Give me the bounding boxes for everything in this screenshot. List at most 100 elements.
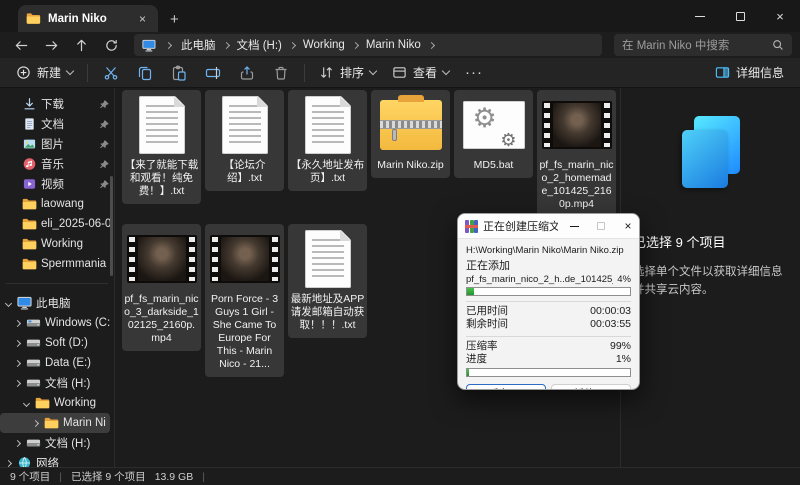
title-bar: Marin Niko × + × — [0, 0, 800, 32]
sidebar-item-label: Spermmania — [41, 258, 110, 270]
new-button[interactable]: 新建 — [8, 60, 81, 85]
dialog-title-bar[interactable]: 正在创建压缩文件 Mari... × — [458, 214, 639, 239]
stat-value: 00:03:55 — [590, 318, 631, 331]
item-count: 9 个项目 — [10, 469, 50, 484]
quick-access-list: 下载文档图片音乐视频 laowang eli_2025-06-03 12lWorki… — [0, 94, 114, 274]
selection-count: 已选择 9 个项目 — [71, 469, 146, 484]
chevron-right-icon[interactable] — [5, 459, 12, 466]
search-input[interactable]: 在 Marin Niko 中搜索 — [614, 34, 792, 56]
sidebar-item[interactable]: 图片 — [0, 134, 114, 154]
file-tile[interactable]: Marin Niko.zip — [371, 90, 450, 178]
file-name: Marin Niko.zip — [373, 159, 448, 172]
up-button[interactable] — [68, 34, 94, 56]
sidebar-item[interactable]: 音乐 — [0, 154, 114, 174]
sidebar-item[interactable]: 此电脑 — [0, 293, 114, 313]
sidebar-item[interactable]: Marin Niko — [0, 413, 110, 433]
breadcrumb[interactable]: 此电脑文档 (H:) Working Marin Niko — [134, 34, 602, 56]
chevron-right-icon[interactable] — [14, 439, 21, 446]
explorer-tab[interactable]: Marin Niko × — [18, 5, 158, 32]
stat-row: 剩余时间00:03:55 — [466, 318, 631, 331]
sidebar-item[interactable]: Windows (C:) — [0, 313, 114, 333]
total-progress-bar — [466, 368, 631, 377]
chevron-right-icon[interactable] — [14, 319, 21, 326]
breadcrumb-item[interactable]: 此电脑 — [176, 36, 221, 54]
breadcrumb-item[interactable]: Marin Niko — [361, 38, 426, 52]
view-button[interactable]: 查看 — [384, 60, 457, 85]
delete-button[interactable] — [264, 61, 298, 85]
chevron-right-icon[interactable] — [32, 419, 39, 426]
file-tile[interactable]: 最新地址及APP请发邮箱自动获取！！！.txt — [288, 224, 367, 338]
new-tab-button[interactable]: + — [170, 11, 179, 28]
sidebar-item[interactable]: Soft (D:) — [0, 333, 114, 353]
sidebar-item[interactable]: 下载 — [0, 94, 114, 114]
copy-button[interactable] — [128, 61, 162, 85]
sidebar-item[interactable]: eli_2025-06-03 12l — [0, 214, 114, 234]
drive-icon — [26, 376, 41, 390]
sidebar-item[interactable]: 文档 (H:) — [0, 433, 114, 453]
sort-button[interactable]: 排序 — [311, 60, 384, 85]
chevron-right-icon[interactable] — [14, 359, 21, 366]
file-tile[interactable]: 【永久地址发布页】.txt — [288, 90, 367, 191]
stat-row: 已用时间00:00:03 — [466, 305, 631, 318]
text-file-icon — [222, 96, 268, 154]
breadcrumb-items: 此电脑文档 (H:) Working Marin Niko — [176, 36, 437, 54]
minimize-button[interactable] — [680, 0, 720, 32]
rename-button[interactable] — [196, 61, 230, 85]
videos-icon — [22, 177, 37, 191]
cut-button[interactable] — [94, 61, 128, 85]
chevron-right-icon[interactable] — [14, 379, 21, 386]
sidebar-item[interactable]: 视频 — [0, 174, 114, 194]
sidebar-item-label: Working — [54, 397, 110, 409]
current-file-percent: 4% — [617, 274, 631, 285]
stat-row: 进度1% — [466, 353, 631, 366]
background-button[interactable]: 后台(B) — [466, 384, 546, 390]
dialog-minimize-button[interactable] — [563, 214, 585, 239]
more-options-button[interactable]: ··· — [457, 64, 491, 81]
file-tile[interactable]: ⚙⚙MD5.bat — [454, 90, 533, 178]
sidebar-item[interactable]: laowang — [0, 194, 114, 214]
refresh-button[interactable] — [98, 34, 124, 56]
stat-label: 进度 — [466, 353, 487, 366]
close-button[interactable]: × — [760, 0, 800, 32]
dialog-close-button[interactable]: × — [617, 214, 639, 239]
file-tile[interactable]: pf_fs_marin_nico_2_homemade_101425_2160p… — [537, 90, 616, 217]
sidebar-item[interactable]: 网络 — [0, 453, 114, 467]
sidebar-item[interactable]: Working — [0, 393, 114, 413]
breadcrumb-item[interactable]: 文档 (H:) — [232, 36, 287, 54]
file-tile[interactable]: 【来了就能下载和观看！纯免费！】.txt — [122, 90, 201, 204]
file-tile[interactable]: pf_fs_marin_nico_3_darkside_102125_2160p… — [122, 224, 201, 351]
archive-path: H:\Working\Marin Niko\Marin Niko.zip — [466, 245, 631, 256]
maximize-button[interactable] — [720, 0, 760, 32]
sidebar-item[interactable]: Spermmania — [0, 254, 114, 274]
sidebar-item[interactable]: Working — [0, 234, 114, 254]
drive-icon — [26, 436, 41, 450]
chevron-down-icon[interactable] — [5, 299, 12, 306]
selection-summary: 已选择 9 个项目 — [633, 232, 800, 251]
pause-button[interactable]: 暂停(P) — [551, 384, 631, 390]
folder-icon — [22, 217, 37, 231]
details-pane-toggle[interactable]: 详细信息 — [707, 60, 792, 85]
chevron-down-icon[interactable] — [23, 399, 30, 406]
sidebar-item-label: 文档 (H:) — [45, 435, 110, 451]
sidebar-item[interactable]: 文档 — [0, 114, 114, 134]
sidebar-item-label: 此电脑 — [36, 295, 110, 311]
sidebar-item[interactable]: 文档 (H:) — [0, 373, 114, 393]
tab-close-icon[interactable]: × — [135, 12, 150, 26]
paste-button[interactable] — [162, 61, 196, 85]
sidebar-scrollbar[interactable] — [110, 176, 113, 276]
forward-button[interactable] — [38, 34, 64, 56]
share-button[interactable] — [230, 61, 264, 85]
file-explorer-window: Marin Niko × + × 此电脑文档 (H:)WorkingMarin … — [0, 0, 800, 485]
details-pane: 已选择 9 个项目 选择单个文件以获取详细信息并共享云内容。 — [620, 88, 800, 467]
breadcrumb-item[interactable]: Working — [298, 38, 350, 52]
sidebar-item-label: laowang — [41, 198, 110, 210]
chevron-right-icon[interactable] — [14, 339, 21, 346]
network-icon — [17, 456, 32, 467]
file-tile[interactable]: 【论坛介绍】.txt — [205, 90, 284, 191]
sidebar-item-label: 文档 — [41, 116, 95, 132]
file-name: pf_fs_marin_nico_2_homemade_101425_2160p… — [539, 159, 614, 211]
file-tile[interactable]: Porn Force - 3 Guys 1 Girl - She Came To… — [205, 224, 284, 377]
stat-label: 已用时间 — [466, 305, 508, 318]
sidebar-item[interactable]: Data (E:) — [0, 353, 114, 373]
back-button[interactable] — [8, 34, 34, 56]
